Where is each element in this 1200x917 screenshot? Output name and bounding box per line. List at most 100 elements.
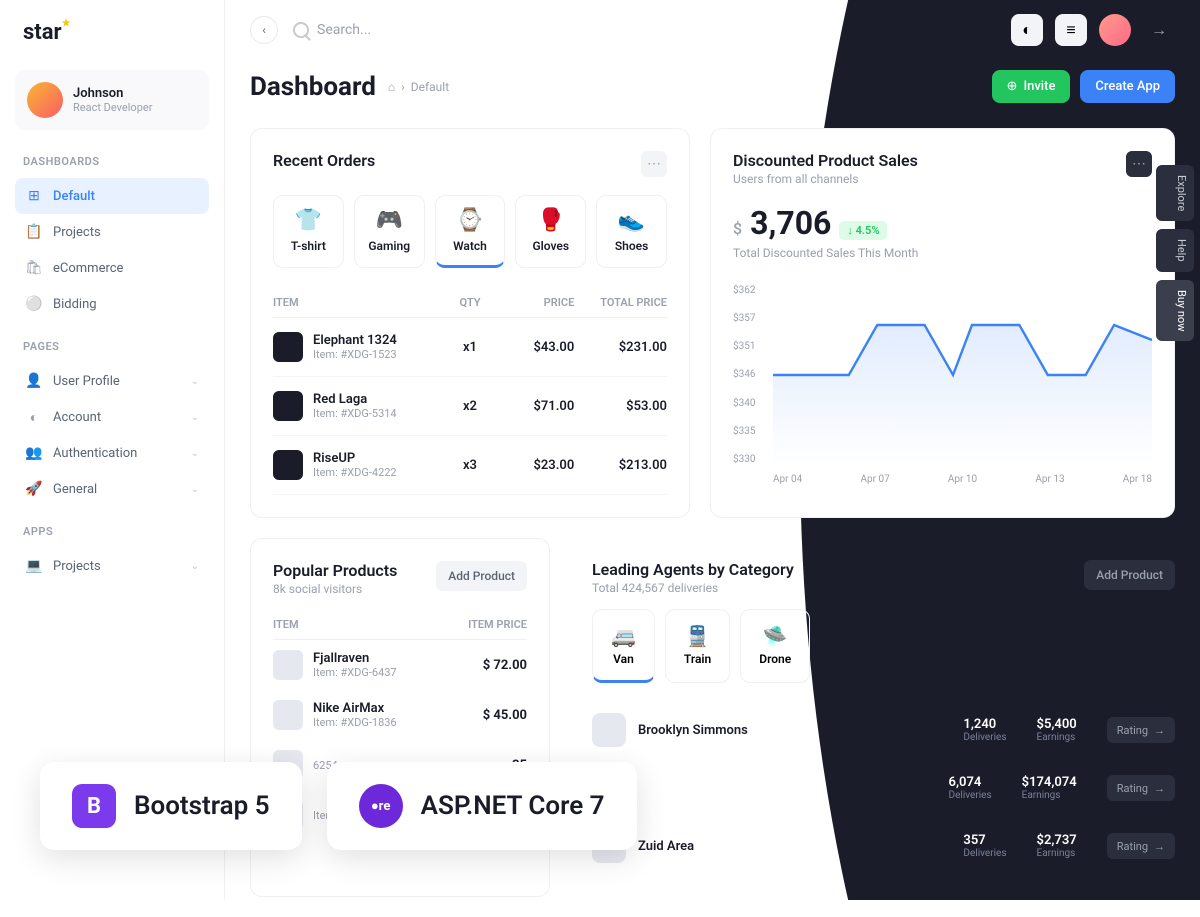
discounted-sales-card: Discounted Product Sales Users from all … bbox=[710, 128, 1175, 518]
brand-logo[interactable]: star bbox=[15, 20, 209, 45]
chevron-down-icon: ⌄ bbox=[191, 484, 199, 495]
aspnet-icon: ●re bbox=[359, 784, 403, 828]
nav-section-title: PAGES bbox=[15, 340, 209, 353]
sidebar-item-ecommerce[interactable]: 🛍 eCommerce bbox=[15, 250, 209, 286]
profile-avatar[interactable] bbox=[1099, 14, 1131, 46]
gloves-icon: 🥊 bbox=[522, 208, 579, 233]
avatar bbox=[592, 713, 626, 747]
table-row[interactable]: Elephant 1324Item: #XDG-1523 x1 $43.00 $… bbox=[273, 318, 667, 377]
sidebar-item-userprofile[interactable]: 👤 User Profile ⌄ bbox=[15, 363, 209, 399]
sidebar-item-apps-projects[interactable]: 💻 Projects ⌄ bbox=[15, 548, 209, 584]
user-name: Johnson bbox=[73, 86, 152, 101]
sidebar-item-label: Projects bbox=[53, 559, 101, 574]
card-title: Leading Agents by Category bbox=[592, 560, 794, 579]
sidebar-item-projects[interactable]: 📋 Projects bbox=[15, 214, 209, 250]
sales-amount: 3,706 bbox=[750, 204, 831, 242]
header: ‹ Search... ◐ ≡ → bbox=[225, 0, 1200, 60]
more-icon[interactable]: ⋯ bbox=[1126, 151, 1152, 177]
watch-icon: ⌚ bbox=[442, 208, 499, 233]
sidebar-item-auth[interactable]: 👥 Authentication ⌄ bbox=[15, 435, 209, 471]
train-icon: 🚆 bbox=[684, 624, 711, 648]
aspnet-badge: ●re ASP.NET Core 7 bbox=[327, 762, 637, 850]
list-item[interactable]: FjallravenItem: #XDG-6437 $ 72.00 bbox=[273, 640, 527, 690]
item-thumb bbox=[273, 450, 303, 480]
invite-button[interactable]: ⊕Invite bbox=[992, 70, 1071, 103]
rating-button[interactable]: Rating→ bbox=[1107, 717, 1175, 743]
more-icon[interactable]: ⋯ bbox=[641, 151, 667, 177]
buy-pill[interactable]: Buy now bbox=[1156, 280, 1194, 341]
home-icon[interactable]: ⌂ bbox=[388, 80, 395, 94]
user-card[interactable]: Johnson React Developer bbox=[15, 70, 209, 130]
arrow-right-icon: → bbox=[1154, 840, 1165, 853]
search-input[interactable]: Search... bbox=[293, 22, 1011, 38]
avatar bbox=[27, 82, 63, 118]
rocket-icon: 🚀 bbox=[25, 480, 43, 498]
user-role: React Developer bbox=[73, 101, 152, 114]
theme-toggle[interactable]: ◐ bbox=[1011, 14, 1043, 46]
add-product-button[interactable]: Add Product bbox=[1084, 560, 1175, 590]
currency-symbol: $ bbox=[733, 219, 742, 238]
create-app-button[interactable]: Create App bbox=[1080, 70, 1175, 103]
card-title: Popular Products bbox=[273, 561, 397, 580]
sidebar-item-bidding[interactable]: ⚪ Bidding bbox=[15, 286, 209, 322]
th-item: ITEM bbox=[273, 296, 443, 309]
sidebar-item-label: Account bbox=[53, 410, 101, 425]
th-price: PRICE bbox=[497, 296, 574, 309]
page-title: Dashboard bbox=[250, 72, 376, 102]
card-title: Recent Orders bbox=[273, 151, 375, 170]
arrow-right-icon: → bbox=[1154, 782, 1165, 795]
add-product-button[interactable]: Add Product bbox=[436, 561, 527, 591]
agent-row[interactable]: 6,074Deliveries $174,074Earnings Rating→ bbox=[592, 759, 1175, 817]
th-price: ITEM PRICE bbox=[442, 618, 527, 631]
users-icon: 👥 bbox=[25, 444, 43, 462]
notifications-icon[interactable]: ≡ bbox=[1055, 14, 1087, 46]
tab-train[interactable]: 🚆Train bbox=[665, 609, 730, 683]
tab-drone[interactable]: 🛸Drone bbox=[740, 609, 810, 683]
sidebar-item-label: Projects bbox=[53, 225, 101, 240]
sales-note: Total Discounted Sales This Month bbox=[733, 246, 1152, 260]
sidebar-item-label: General bbox=[53, 482, 97, 497]
user-icon: 👤 bbox=[25, 372, 43, 390]
tab-shoes[interactable]: 👟Shoes bbox=[596, 195, 667, 268]
tab-tshirt[interactable]: 👕T-shirt bbox=[273, 195, 344, 268]
help-pill[interactable]: Help bbox=[1156, 229, 1194, 272]
agent-row[interactable]: Zuid Area 357Deliveries $2,737Earnings R… bbox=[592, 817, 1175, 875]
logout-icon[interactable]: → bbox=[1143, 14, 1175, 46]
recent-orders-card: Recent Orders ⋯ 👕T-shirt 🎮Gaming ⌚Watch … bbox=[250, 128, 690, 518]
table-row[interactable]: RiseUPItem: #XDG-4222 x3 $23.00 $213.00 bbox=[273, 436, 667, 495]
bootstrap-badge: B Bootstrap 5 bbox=[40, 762, 302, 850]
rating-button[interactable]: Rating→ bbox=[1107, 833, 1175, 859]
tab-van[interactable]: 🚐Van bbox=[592, 609, 655, 683]
leading-agents-card: Leading Agents by Category Total 424,567… bbox=[570, 538, 1175, 897]
item-thumb bbox=[273, 700, 303, 730]
back-button[interactable]: ‹ bbox=[250, 16, 278, 44]
sidebar-item-label: Authentication bbox=[53, 446, 137, 461]
pie-icon: ◐ bbox=[25, 408, 43, 426]
bootstrap-icon: B bbox=[72, 784, 116, 828]
th-total: TOTAL PRICE bbox=[574, 296, 667, 309]
sidebar-item-default[interactable]: ⊞ Default bbox=[15, 178, 209, 214]
sidebar-item-label: Default bbox=[53, 189, 95, 204]
sidebar-item-label: User Profile bbox=[53, 374, 120, 389]
nav-section-title: APPS bbox=[15, 525, 209, 538]
gaming-icon: 🎮 bbox=[361, 208, 418, 233]
arrow-right-icon: → bbox=[1154, 724, 1165, 737]
tshirt-icon: 👕 bbox=[280, 208, 337, 233]
th-item: ITEM bbox=[273, 618, 442, 631]
tab-watch[interactable]: ⌚Watch bbox=[435, 195, 506, 268]
tab-gloves[interactable]: 🥊Gloves bbox=[515, 195, 586, 268]
list-item[interactable]: Nike AirMaxItem: #XDG-1836 $ 45.00 bbox=[273, 690, 527, 740]
rating-button[interactable]: Rating→ bbox=[1107, 775, 1175, 801]
circle-icon: ⚪ bbox=[25, 295, 43, 313]
search-icon bbox=[293, 22, 309, 38]
explore-pill[interactable]: Explore bbox=[1156, 165, 1194, 221]
table-row[interactable]: Red LagaItem: #XDG-5314 x2 $71.00 $53.00 bbox=[273, 377, 667, 436]
card-title: Discounted Product Sales bbox=[733, 151, 918, 170]
sidebar-item-general[interactable]: 🚀 General ⌄ bbox=[15, 471, 209, 507]
agent-row[interactable]: Brooklyn Simmons 1,240Deliveries $5,400E… bbox=[592, 701, 1175, 759]
sidebar-item-label: eCommerce bbox=[53, 261, 123, 276]
sidebar-item-account[interactable]: ◐ Account ⌄ bbox=[15, 399, 209, 435]
tab-gaming[interactable]: 🎮Gaming bbox=[354, 195, 425, 268]
item-thumb bbox=[273, 650, 303, 680]
chevron-down-icon: ⌄ bbox=[191, 412, 199, 423]
